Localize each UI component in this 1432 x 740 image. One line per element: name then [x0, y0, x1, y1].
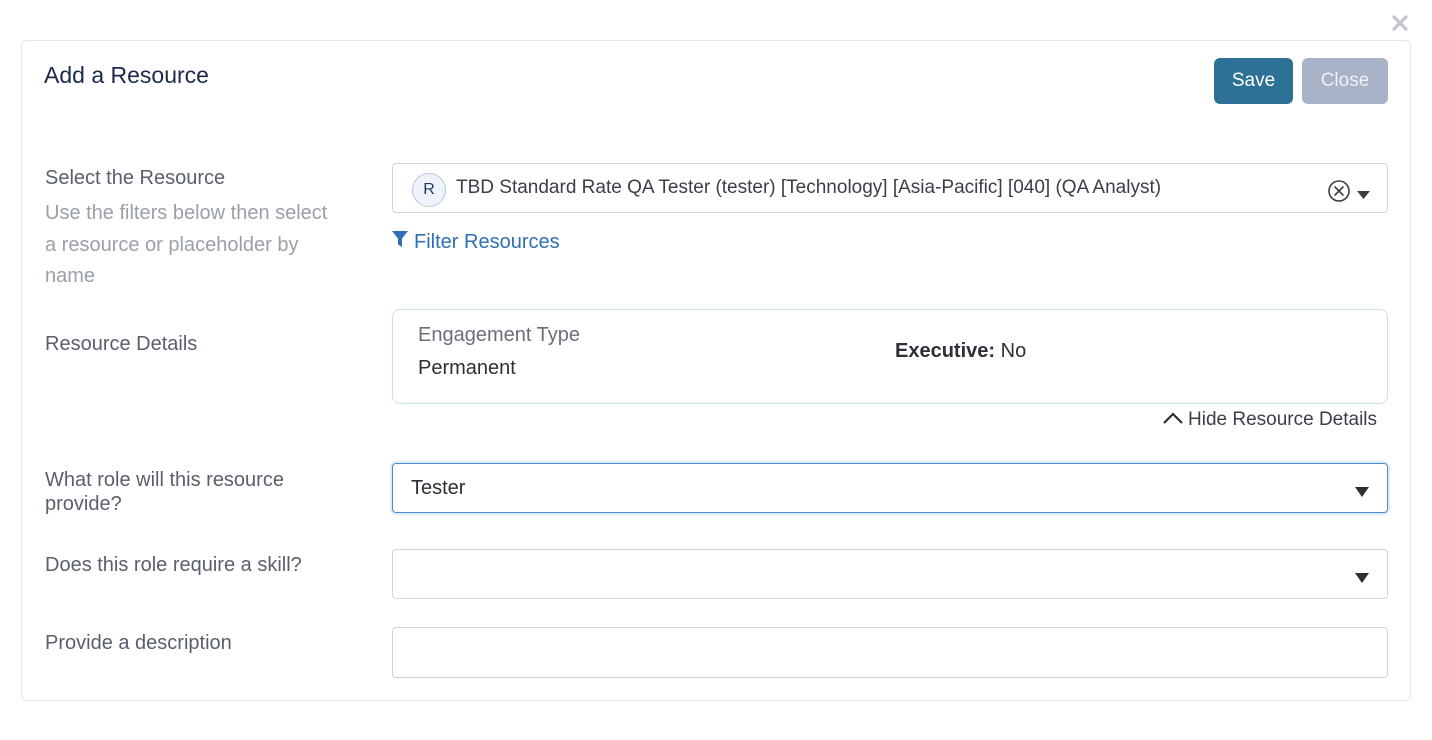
chevron-down-icon: [1355, 484, 1369, 497]
dialog-title: Add a Resource: [44, 62, 209, 88]
skill-label: Does this role require a skill?: [45, 554, 302, 576]
filter-resources-link[interactable]: Filter Resources: [392, 231, 560, 254]
executive-value: No: [1000, 340, 1027, 362]
dialog-close-icon[interactable]: [1389, 12, 1411, 34]
resource-details-box: Engagement Type Permanent Executive: No: [392, 309, 1388, 404]
close-button[interactable]: Close: [1302, 58, 1388, 104]
executive-label: Executive:: [895, 340, 996, 362]
engagement-type-label: Engagement Type: [418, 324, 580, 346]
resource-select[interactable]: R TBD Standard Rate QA Tester (tester) […: [392, 163, 1388, 213]
avatar: R: [412, 173, 446, 207]
select-resource-label: Select the Resource: [45, 167, 226, 189]
chevron-down-icon[interactable]: [1357, 186, 1370, 199]
skill-select[interactable]: [392, 549, 1388, 599]
role-label: What role will this resource provide?: [45, 469, 284, 515]
engagement-type-value: Permanent: [418, 357, 516, 379]
hide-resource-details-link[interactable]: Hide Resource Details: [1162, 409, 1377, 431]
filter-resources-label: Filter Resources: [414, 231, 560, 253]
role-select-value: Tester: [411, 476, 466, 499]
executive-field: Executive: No: [895, 340, 1026, 363]
save-button[interactable]: Save: [1214, 58, 1293, 104]
chevron-down-icon: [1355, 570, 1369, 583]
add-resource-panel: Add a Resource Save Close Select the Res…: [21, 40, 1411, 701]
role-select[interactable]: Tester: [392, 463, 1388, 513]
resource-selected-value: TBD Standard Rate QA Tester (tester) [Te…: [456, 177, 1162, 198]
hide-resource-details-label: Hide Resource Details: [1188, 409, 1378, 430]
resource-details-label: Resource Details: [45, 333, 198, 355]
select-resource-help: Use the filters below then select a reso…: [45, 202, 328, 287]
chevron-up-icon: [1162, 409, 1184, 431]
clear-selection-icon[interactable]: [1327, 179, 1351, 203]
description-label: Provide a description: [45, 632, 232, 654]
filter-icon: [392, 231, 408, 254]
description-input[interactable]: [392, 627, 1388, 678]
